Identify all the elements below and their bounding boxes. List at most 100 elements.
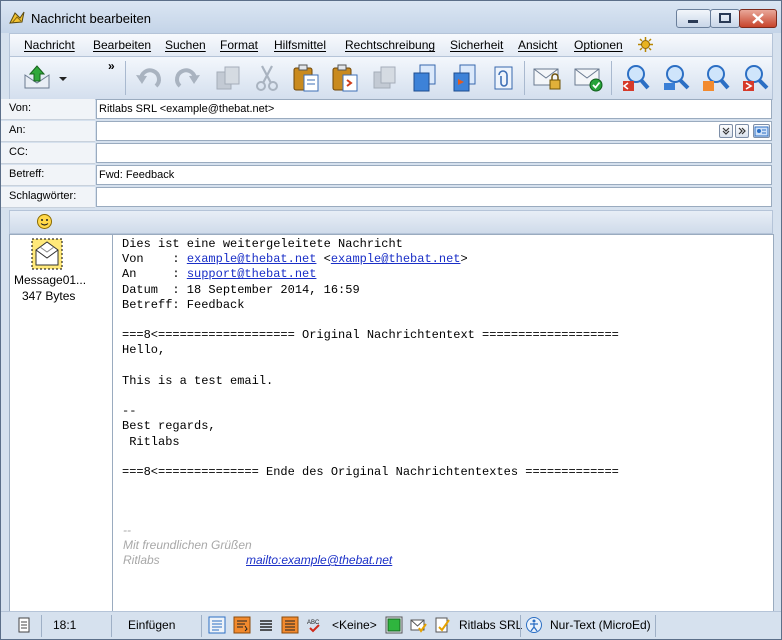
window-title: Nachricht bearbeiten [31,11,151,26]
sign-mail-icon[interactable] [573,63,603,93]
toolbar-separator [611,61,612,95]
address-book-cc-icon[interactable] [700,63,730,93]
copy-icon[interactable] [213,63,243,93]
toolbar-separator [524,61,525,95]
minimize-button[interactable] [676,9,711,28]
header-row-subject: Betreff: Fwd: Feedback [1,165,773,186]
template-value[interactable]: <Keine> [332,618,377,632]
fwd-from-email-link[interactable]: example@thebat.net [187,252,317,266]
toolbar-overflow-icon[interactable]: » [108,59,115,73]
header-row-keywords: Schlagwörter: [1,187,773,208]
attachment-pane: Message01... 347 Bytes [9,234,113,612]
paste-quote-icon[interactable] [330,63,360,93]
maximize-button[interactable] [710,9,740,28]
editor-mode[interactable]: Nur-Text (MicroEd) [550,618,651,632]
menu-ansicht[interactable]: Ansicht [518,38,557,52]
title-bar: Nachricht bearbeiten [1,1,781,33]
menu-sicherheit[interactable]: Sicherheit [450,38,503,52]
fwd-subject-line: Betreff: Feedback [122,297,245,312]
original-start-marker: ===8<=================== Original Nachri… [122,328,619,343]
signature-separator: -- [123,523,131,537]
menu-hilfsmittel[interactable]: Hilfsmittel [274,38,326,52]
cc-label: CC: [1,143,95,164]
cut-icon[interactable] [252,63,282,93]
redo-icon[interactable] [172,63,202,93]
account-name[interactable]: Ritlabs SRL [459,618,522,632]
save-draft-icon[interactable] [370,63,400,93]
send-button[interactable] [22,63,70,93]
body-greeting: Hello, [122,343,166,358]
smiley-icon[interactable] [36,213,53,230]
menu-bar: Nachricht Bearbeiten Suchen Format Hilfs… [9,33,773,57]
double-chevron-right-icon [738,127,746,135]
menu-nachricht[interactable]: Nachricht [24,38,75,52]
status-separator [520,615,521,637]
close-icon [752,13,764,24]
maximize-icon [719,13,731,23]
document-icon [18,617,30,633]
header-row-to: An: [1,121,773,142]
to-label: An: [1,121,95,142]
address-book-from-icon[interactable] [620,63,650,93]
fwd-from-bracket-close: > [460,252,468,267]
next-recipient-button[interactable] [735,124,749,138]
status-bar: 18:1 Einfügen ABC <Keine> Ritlabs SRL Nu… [1,611,781,639]
forward-intro: Dies ist eine weitergeleitete Nachricht [122,237,403,251]
header-row-from: Von: Ritlabs SRL <example@thebat.net> [1,99,773,120]
keywords-field[interactable] [96,187,772,207]
toolbar-separator [125,61,126,95]
address-book-icon[interactable] [661,63,691,93]
expand-recipients-button[interactable] [719,124,733,138]
subject-field[interactable]: Fwd: Feedback [96,165,772,185]
status-green-icon[interactable] [385,616,403,634]
bat-app-icon [9,11,25,24]
spellcheck-icon[interactable]: ABC [305,616,323,634]
from-field[interactable]: Ritlabs SRL <example@thebat.net> [96,99,772,119]
fwd-to-email-link[interactable]: support@thebat.net [187,267,317,281]
quote-format-icon[interactable] [281,616,299,634]
star-icon[interactable] [637,36,654,53]
close-button[interactable] [739,9,777,28]
message-text: Dies ist eine weitergeleitete Nachricht … [122,237,619,480]
minimize-icon [688,20,698,23]
insert-mode[interactable]: Einfügen [128,618,175,632]
signature-greeting: Mit freundlichen Grüßen [123,538,252,552]
cc-field[interactable] [96,143,772,163]
menu-bearbeiten[interactable]: Bearbeiten [93,38,151,52]
mail-check-icon[interactable] [409,616,427,634]
fwd-to-label: An : [122,267,187,282]
justify-icon[interactable] [257,616,275,634]
toolbar: » [9,56,773,100]
menu-optionen[interactable]: Optionen [574,38,623,52]
original-end-marker: ===8<============== Ende des Original Na… [122,465,619,480]
menu-rechtschreibung[interactable]: Rechtschreibung [345,38,435,52]
encrypt-mail-icon[interactable] [532,63,562,93]
address-card-icon [754,126,769,137]
message-body-editor[interactable]: Dies ist eine weitergeleitete Nachricht … [112,234,774,612]
header-row-cc: CC: [1,143,773,164]
menu-suchen[interactable]: Suchen [165,38,206,52]
attachment-name: Message01... [14,273,87,287]
keyboard-user-icon[interactable] [525,616,543,634]
to-field[interactable] [96,121,772,141]
sign-document-icon[interactable] [433,616,451,634]
paste-icon[interactable] [291,63,321,93]
wrap-lines-icon[interactable] [233,616,251,634]
address-book-button[interactable] [753,124,770,138]
menu-format[interactable]: Format [220,38,258,52]
attach-file-icon[interactable] [488,63,518,93]
signature-mailto-link[interactable]: mailto:example@thebat.net [246,553,392,567]
plain-format-icon[interactable] [208,616,226,634]
insert-file-icon[interactable] [410,63,440,93]
address-book-to-icon[interactable] [740,63,770,93]
body-regards: Best regards, [122,419,216,434]
undo-icon[interactable] [134,63,164,93]
fwd-from-bracket-open: < [316,252,331,267]
fwd-from-email-link-2[interactable]: example@thebat.net [331,252,461,266]
editor-window: Nachricht bearbeiten Nachricht Bearbeite… [0,0,782,640]
insert-file-arrow-icon[interactable] [450,63,480,93]
keywords-label: Schlagwörter: [1,187,95,208]
status-separator [41,615,42,637]
attachment-size: 347 Bytes [22,289,76,303]
fwd-date-line: Datum : 18 September 2014, 16:59 [122,282,360,297]
